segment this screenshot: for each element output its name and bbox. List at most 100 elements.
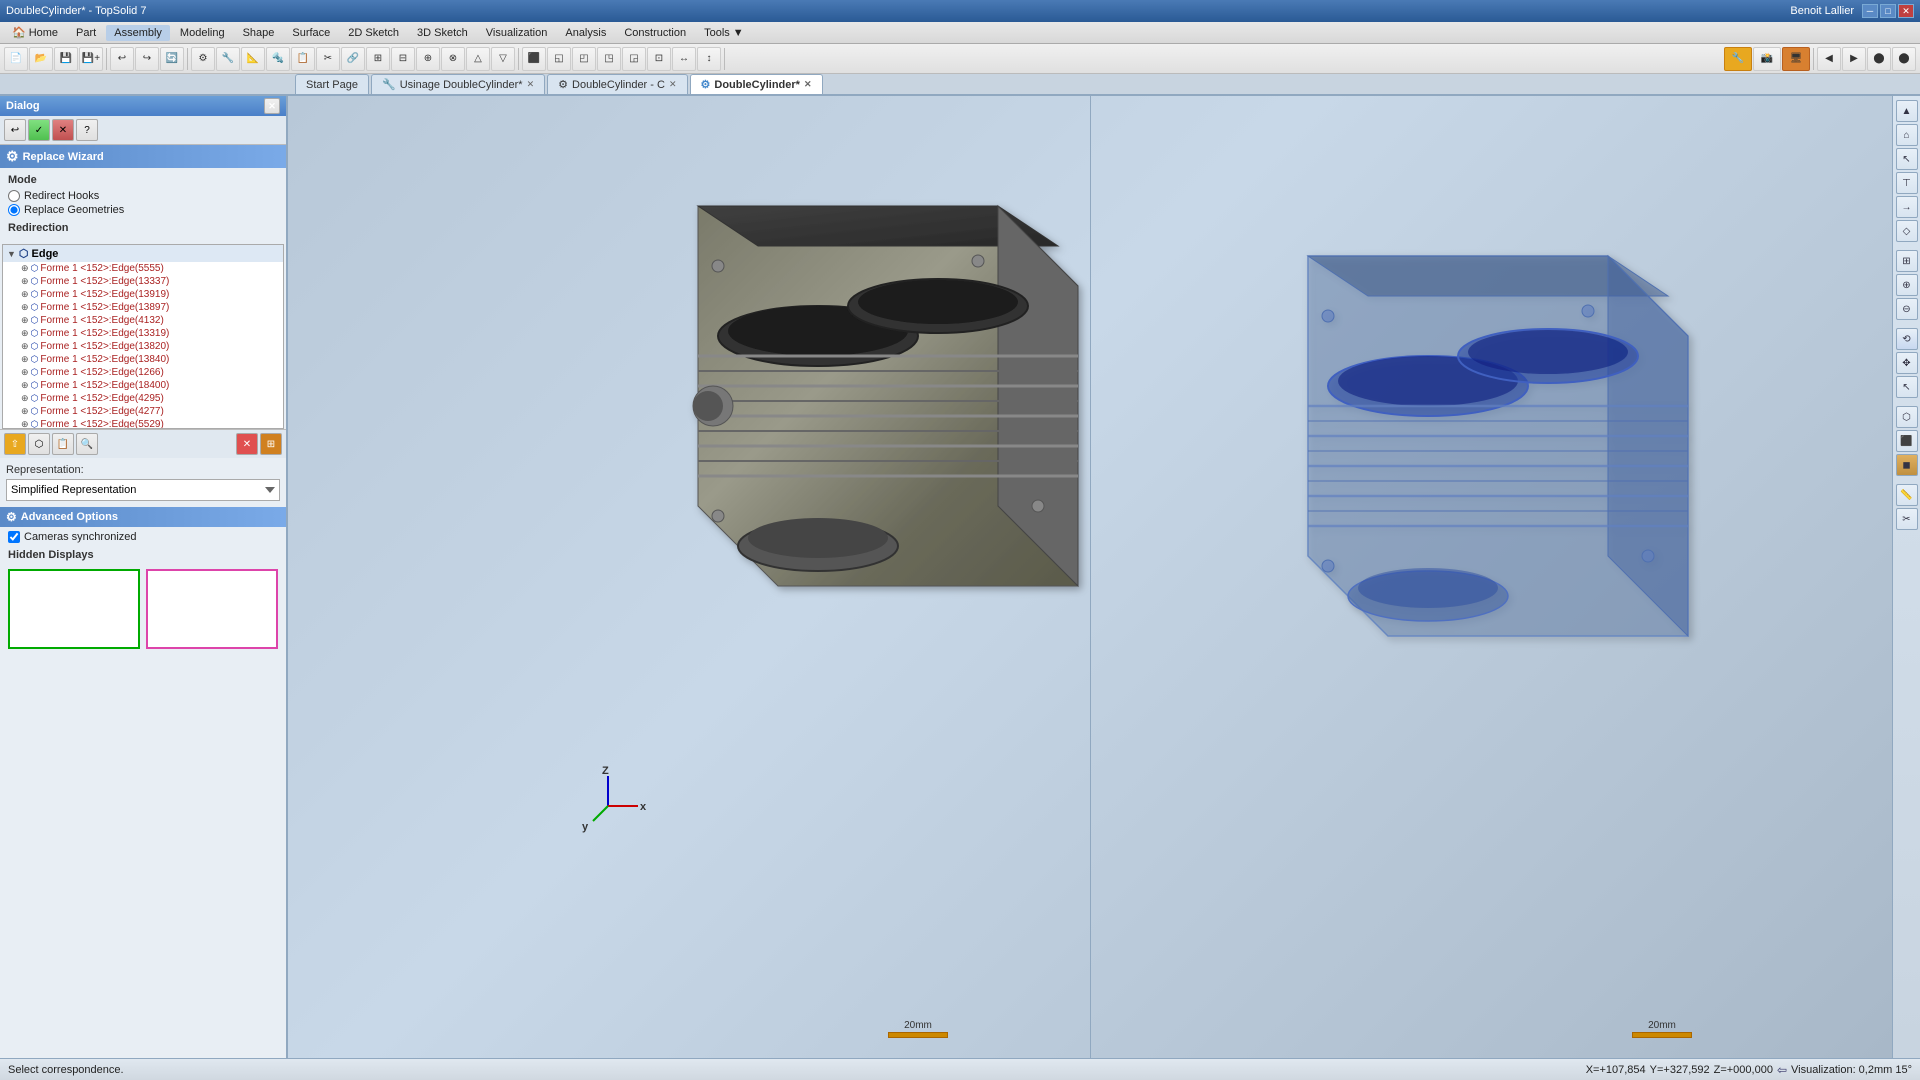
tb-right-7[interactable]: ⬤ [1892,47,1916,71]
tab-start-page[interactable]: Start Page [295,74,369,94]
tb-view-5[interactable]: ◲ [622,47,646,71]
rt-btn-pan[interactable]: ✥ [1896,352,1918,374]
rt-btn-zoom-out[interactable]: ⊖ [1896,298,1918,320]
tree-tb-btn-3[interactable]: 📋 [52,433,74,455]
tab-doublecylinder-active[interactable]: ⚙ DoubleCylinder* ✕ [690,74,823,94]
tb-redo[interactable]: ↪ [135,47,159,71]
tb-assembly-1[interactable]: ⚙ [191,47,215,71]
rt-btn-zoom-in[interactable]: ⊕ [1896,274,1918,296]
menu-home[interactable]: 🏠 Home [4,24,66,41]
rt-btn-select[interactable]: ↖ [1896,376,1918,398]
dialog-cancel-btn[interactable]: ✕ [52,119,74,141]
tree-tb-btn-2[interactable]: ⬡ [28,433,50,455]
tree-tb-btn-4[interactable]: 🔍 [76,433,98,455]
tree-tb-btn-1[interactable]: ⇧ [4,433,26,455]
tb-right-5[interactable]: ▶ [1842,47,1866,71]
tab-close-2[interactable]: ✕ [669,79,677,90]
tb-right-4[interactable]: ◀ [1817,47,1841,71]
tree-item-5[interactable]: ⊕ ⬡ Forme 1 <152>:Edge(13319) [3,327,283,340]
tb-assembly-9[interactable]: ⊟ [391,47,415,71]
rt-btn-top[interactable]: ⊤ [1896,172,1918,194]
tree-item-4[interactable]: ⊕ ⬡ Forme 1 <152>:Edge(4132) [3,314,283,327]
rt-btn-section[interactable]: ✂ [1896,508,1918,530]
tb-assembly-11[interactable]: ⊗ [441,47,465,71]
tree-item-9[interactable]: ⊕ ⬡ Forme 1 <152>:Edge(18400) [3,379,283,392]
tb-assembly-2[interactable]: 🔧 [216,47,240,71]
tab-close-1[interactable]: ✕ [527,79,535,90]
close-button[interactable]: ✕ [1898,4,1914,18]
tab-doublecylinder-c[interactable]: ⚙ DoubleCylinder - C ✕ [547,74,687,94]
tree-item-0[interactable]: ⊕ ⬡ Forme 1 <152>:Edge(5555) [3,262,283,275]
representation-select[interactable]: Simplified Representation Full Represent… [6,479,280,501]
rt-btn-iso[interactable]: ◇ [1896,220,1918,242]
tree-item-11[interactable]: ⊕ ⬡ Forme 1 <152>:Edge(4277) [3,405,283,418]
tb-view-7[interactable]: ↔ [672,47,696,71]
tree-item-10[interactable]: ⊕ ⬡ Forme 1 <152>:Edge(4295) [3,392,283,405]
dialog-help-btn[interactable]: ? [76,119,98,141]
rt-btn-wire[interactable]: ⬡ [1896,406,1918,428]
tree-item-6[interactable]: ⊕ ⬡ Forme 1 <152>:Edge(13820) [3,340,283,353]
rt-btn-front[interactable]: ↖ [1896,148,1918,170]
tb-right-1[interactable]: 🔧 [1724,47,1752,71]
tb-view-3[interactable]: ◰ [572,47,596,71]
dialog-back-btn[interactable]: ↩ [4,119,26,141]
tree-item-2[interactable]: ⊕ ⬡ Forme 1 <152>:Edge(13919) [3,288,283,301]
tb-view-8[interactable]: ↕ [697,47,721,71]
tb-view-4[interactable]: ◳ [597,47,621,71]
tb-save[interactable]: 💾 [54,47,78,71]
cameras-sync-checkbox[interactable] [8,531,20,543]
tb-assembly-12[interactable]: △ [466,47,490,71]
menu-tools[interactable]: Tools ▼ [696,25,752,41]
rt-btn-measure[interactable]: 📏 [1896,484,1918,506]
tb-view-1[interactable]: ⬛ [522,47,546,71]
tree-item-8[interactable]: ⊕ ⬡ Forme 1 <152>:Edge(1266) [3,366,283,379]
tb-right-3[interactable]: 🖥 [1782,47,1810,71]
tb-right-6[interactable]: ⬤ [1867,47,1891,71]
rt-btn-shaded[interactable]: ◼ [1896,454,1918,476]
maximize-button[interactable]: □ [1880,4,1896,18]
tree-root-edge[interactable]: ▼ ⬡ Edge [3,245,283,262]
tb-assembly-13[interactable]: ▽ [491,47,515,71]
tb-assembly-3[interactable]: 📐 [241,47,265,71]
menu-analysis[interactable]: Analysis [557,25,614,41]
menu-2dsketch[interactable]: 2D Sketch [340,25,407,41]
menu-part[interactable]: Part [68,25,104,41]
dialog-close-x[interactable]: ✕ [264,98,280,114]
menu-surface[interactable]: Surface [284,25,338,41]
tb-assembly-7[interactable]: 🔗 [341,47,365,71]
tb-assembly-5[interactable]: 📋 [291,47,315,71]
menu-shape[interactable]: Shape [235,25,283,41]
rt-btn-solid[interactable]: ⬛ [1896,430,1918,452]
rt-btn-up[interactable]: ▲ [1896,100,1918,122]
rt-btn-home[interactable]: ⌂ [1896,124,1918,146]
menu-modeling[interactable]: Modeling [172,25,233,41]
tb-undo[interactable]: ↩ [110,47,134,71]
rt-btn-zoom-fit[interactable]: ⊞ [1896,250,1918,272]
tree-item-1[interactable]: ⊕ ⬡ Forme 1 <152>:Edge(13337) [3,275,283,288]
radio-replace-input[interactable] [8,204,20,216]
tb-saveall[interactable]: 💾+ [79,47,103,71]
menu-assembly[interactable]: Assembly [106,25,170,41]
tb-open[interactable]: 📂 [29,47,53,71]
tb-assembly-6[interactable]: ✂ [316,47,340,71]
tree-item-12[interactable]: ⊕ ⬡ Forme 1 <152>:Edge(5529) [3,418,283,429]
tree-item-3[interactable]: ⊕ ⬡ Forme 1 <152>:Edge(13897) [3,301,283,314]
tb-assembly-4[interactable]: 🔩 [266,47,290,71]
viewport-3d[interactable]: Z x y 20mm 20mm [288,96,1892,1058]
tb-assembly-8[interactable]: ⊞ [366,47,390,71]
rt-btn-rotate[interactable]: ⟲ [1896,328,1918,350]
replace-wizard-header[interactable]: ⚙ Replace Wizard [0,145,286,168]
tab-close-3[interactable]: ✕ [804,79,812,90]
menu-visualization[interactable]: Visualization [478,25,556,41]
tree-tb-btn-5[interactable]: ✕ [236,433,258,455]
tree-tb-btn-6[interactable]: ⊞ [260,433,282,455]
radio-redirect-input[interactable] [8,190,20,202]
tb-view-6[interactable]: ⊡ [647,47,671,71]
menu-construction[interactable]: Construction [616,25,694,41]
menu-3dsketch[interactable]: 3D Sketch [409,25,476,41]
tb-assembly-10[interactable]: ⊕ [416,47,440,71]
tb-refresh[interactable]: 🔄 [160,47,184,71]
advanced-options-header[interactable]: ⚙ Advanced Options [0,507,286,527]
tb-right-2[interactable]: 📸 [1753,47,1781,71]
rt-btn-right-view[interactable]: → [1896,196,1918,218]
